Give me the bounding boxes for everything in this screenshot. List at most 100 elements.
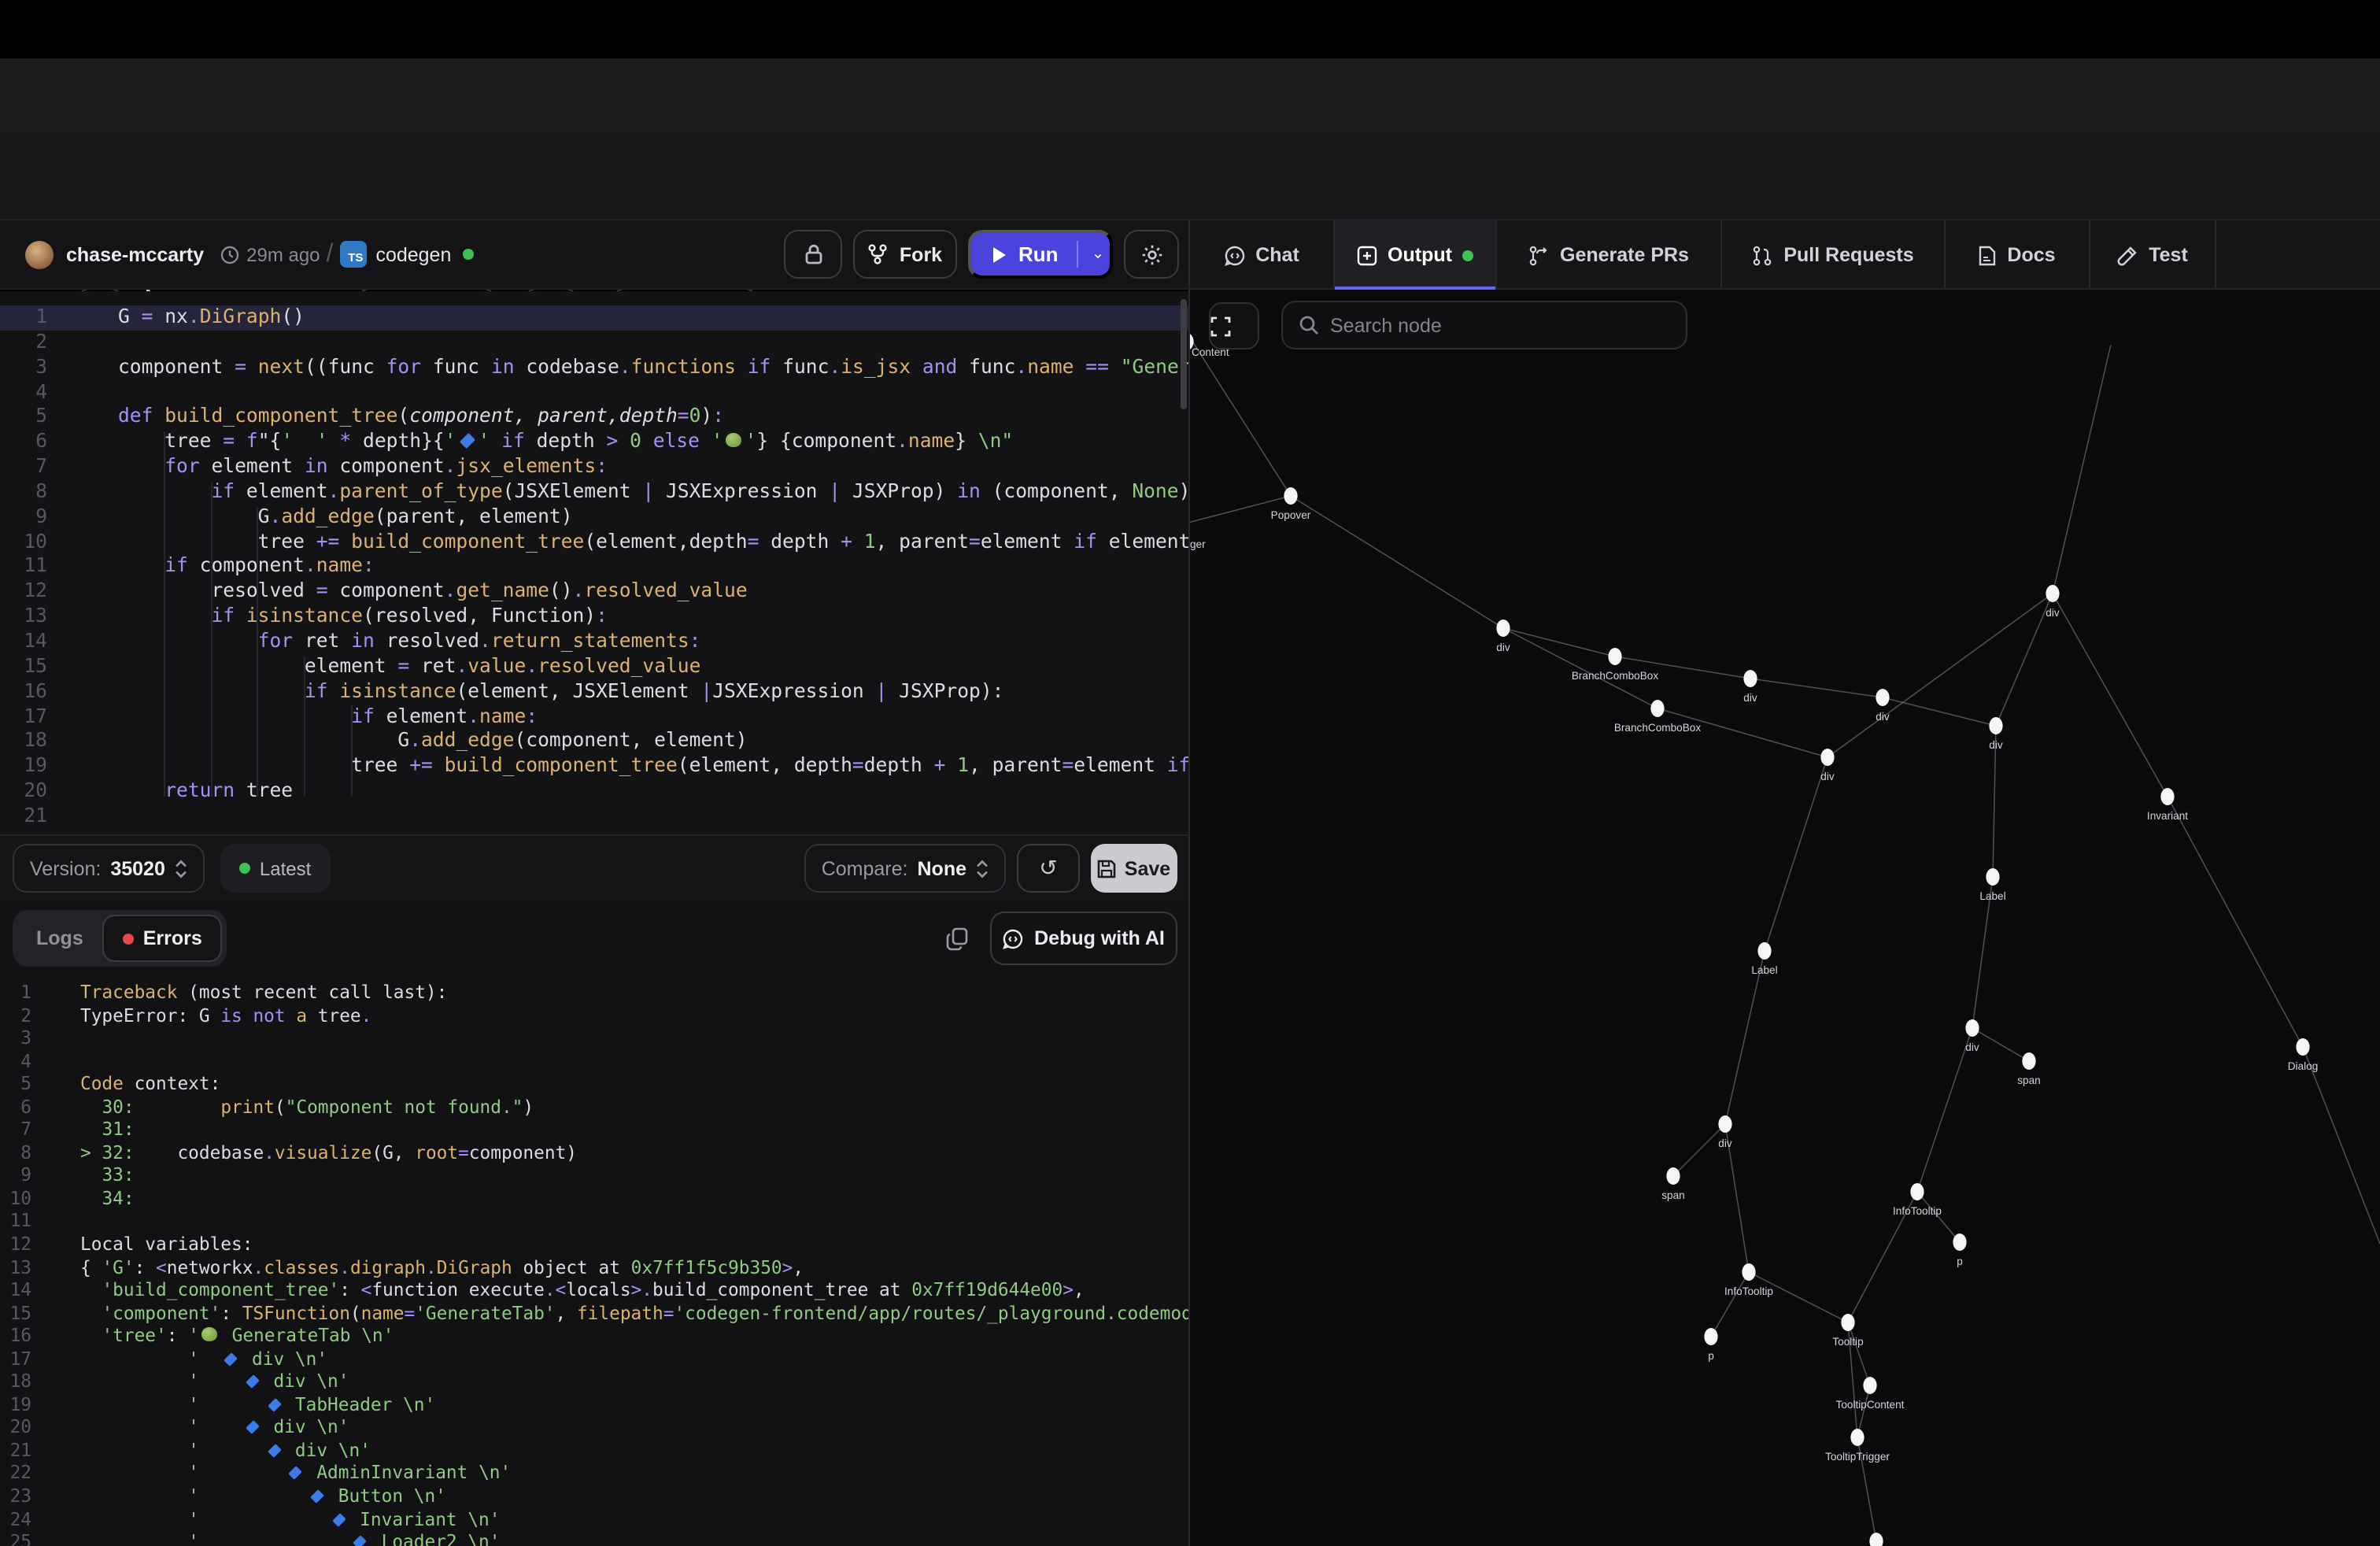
line-number: 2: [0, 331, 82, 356]
graph-node-div[interactable]: [1989, 717, 2002, 734]
run-button[interactable]: Run ⌄: [968, 230, 1113, 279]
graph-node-BranchComboBox[interactable]: [1650, 700, 1664, 717]
padlock-icon: [804, 244, 822, 264]
graph-node-InfoTooltip[interactable]: [1910, 1183, 1924, 1200]
code-line[interactable]: 21: [0, 804, 1188, 830]
diamond-icon: [246, 1375, 260, 1389]
graph-node-label: InfoTooltip: [1893, 1205, 1942, 1217]
graph-node-Label[interactable]: [1986, 868, 1999, 886]
code-editor[interactable]: 1G = nx.DiGraph()23component = next((fun…: [0, 291, 1188, 834]
code-line[interactable]: 18 G.add_edge(component, element): [0, 730, 1188, 755]
graph-node-div[interactable]: [1496, 620, 1510, 637]
code-line[interactable]: 6 tree = f"{' ' * depth}{'' if depth > 0…: [0, 430, 1188, 455]
code-line[interactable]: 8 if element.parent_of_type(JSXElement |…: [0, 480, 1188, 505]
graph-node-clipped[interactable]: [1869, 1533, 1883, 1546]
graph-edge: [1883, 697, 1996, 726]
fullscreen-button[interactable]: [1209, 302, 1259, 350]
graph-node-div[interactable]: [1820, 749, 1834, 766]
tab-output[interactable]: Output: [1335, 220, 1497, 290]
undo-button[interactable]: ↺: [1017, 844, 1080, 893]
code-line[interactable]: 1G = nx.DiGraph(): [0, 305, 1188, 331]
settings-button[interactable]: [1124, 230, 1179, 279]
code-line[interactable]: 3component = next((func for func in code…: [0, 355, 1188, 380]
code-line[interactable]: 2: [0, 331, 1188, 356]
line-number: 9: [0, 505, 82, 531]
code-line[interactable]: 7 for element in component.jsx_elements:: [0, 455, 1188, 480]
graph-edge: [1711, 1272, 1749, 1337]
line-number: 20: [0, 779, 82, 804]
tab-chat[interactable]: Chat: [1190, 220, 1335, 290]
graph-node-div[interactable]: [1743, 670, 1757, 687]
code-line[interactable]: 5def build_component_tree(component, par…: [0, 405, 1188, 431]
log-line: 5Code context:: [0, 1072, 1188, 1095]
code-line[interactable]: 15 element = ret.value.resolved_value: [0, 655, 1188, 680]
graph-node-label: BranchComboBox: [1572, 670, 1659, 682]
graph-node-p[interactable]: [1953, 1233, 1966, 1251]
author-name[interactable]: chase-mccarty: [66, 243, 204, 265]
code-line[interactable]: 10 tree += build_component_tree(element,…: [0, 530, 1188, 555]
graph-node-Tooltip[interactable]: [1841, 1314, 1854, 1331]
graph-node-span[interactable]: [2022, 1052, 2035, 1070]
debug-with-ai-button[interactable]: Debug with AI: [990, 912, 1177, 965]
graph-node-div[interactable]: [1965, 1019, 1979, 1037]
pane-divider[interactable]: [1188, 220, 1190, 1546]
editor-scrollbar[interactable]: [1181, 299, 1187, 409]
log-line: 13{ 'G': <networkx.classes.digraph.DiGra…: [0, 1256, 1188, 1278]
tab-generate-prs[interactable]: Generate PRs: [1497, 220, 1722, 290]
log-line: 16 'tree': ' GenerateTab \n': [0, 1324, 1188, 1347]
line-number: 4: [0, 380, 82, 405]
component-graph[interactable]: ContentPopoverdivBranchComboBoxdivdivBra…: [1190, 290, 2380, 1546]
graph-node-div[interactable]: [1876, 689, 1889, 706]
node-search-input[interactable]: [1330, 314, 1645, 336]
code-line[interactable]: 19 tree += build_component_tree(element,…: [0, 754, 1188, 779]
version-select[interactable]: Version: 35020: [13, 844, 205, 893]
tab-errors[interactable]: Errors: [102, 915, 223, 962]
graph-node-Popover[interactable]: [1284, 487, 1297, 505]
graph-node-Label[interactable]: [1757, 942, 1771, 960]
code-line[interactable]: 14 for ret in resolved.return_statements…: [0, 630, 1188, 655]
graph-node-div[interactable]: [1718, 1115, 1731, 1133]
graph-node-TooltipTrigger[interactable]: [1850, 1429, 1864, 1446]
tab-test[interactable]: Test: [2090, 220, 2216, 290]
save-button[interactable]: Save: [1091, 844, 1177, 893]
code-line[interactable]: 17 if element.name:: [0, 705, 1188, 730]
diamond-icon: [267, 1444, 281, 1458]
code-line[interactable]: 9 G.add_edge(parent, element): [0, 505, 1188, 531]
node-search[interactable]: [1281, 301, 1687, 350]
code-line[interactable]: 16 if isinstance(element, JSXElement |JS…: [0, 679, 1188, 705]
lock-button[interactable]: [784, 230, 842, 279]
tab-docs[interactable]: Docs: [1946, 220, 2090, 290]
graph-node-label: p: [1957, 1256, 1963, 1267]
graph-node-p[interactable]: [1704, 1328, 1717, 1345]
graph-node-TooltipContent[interactable]: [1863, 1377, 1876, 1394]
code-line[interactable]: 11 if component.name:: [0, 555, 1188, 580]
graph-node-Dialog[interactable]: [2296, 1038, 2309, 1056]
graph-edge: [1917, 1028, 1972, 1192]
graph-edge: [1848, 1322, 1870, 1385]
compare-select[interactable]: Compare: None: [804, 844, 1006, 893]
fork-button[interactable]: Fork: [853, 230, 957, 279]
graph-edge: [1917, 1192, 1960, 1242]
line-number: 12: [0, 1233, 54, 1256]
document-icon: [1979, 245, 1996, 265]
code-line[interactable]: 12 resolved = component.get_name().resol…: [0, 580, 1188, 605]
code-line[interactable]: 4: [0, 380, 1188, 405]
graph-node-label: div: [1820, 771, 1835, 782]
graph-node-label: TooltipContent: [1836, 1399, 1905, 1411]
line-number: 19: [0, 1393, 54, 1416]
code-line[interactable]: 20 return tree: [0, 779, 1188, 804]
graph-node-span[interactable]: [1666, 1167, 1680, 1185]
graph-node-div[interactable]: [2046, 585, 2059, 602]
graph-node-InfoTooltip[interactable]: [1742, 1263, 1755, 1281]
tab-logs[interactable]: Logs: [17, 915, 102, 962]
copy-icon[interactable]: [946, 926, 968, 950]
tab-pull-requests[interactable]: Pull Requests: [1722, 220, 1946, 290]
line-number: 7: [0, 1119, 54, 1141]
run-dropdown-chevron[interactable]: ⌄: [1092, 246, 1105, 263]
line-number: 7: [0, 455, 82, 480]
graph-node-Invariant[interactable]: [2160, 788, 2174, 805]
line-number: 17: [0, 1348, 54, 1370]
codemod-name[interactable]: codegen: [375, 243, 451, 265]
code-line[interactable]: 13 if isinstance(resolved, Function):: [0, 605, 1188, 630]
graph-node-BranchComboBox[interactable]: [1608, 648, 1621, 665]
